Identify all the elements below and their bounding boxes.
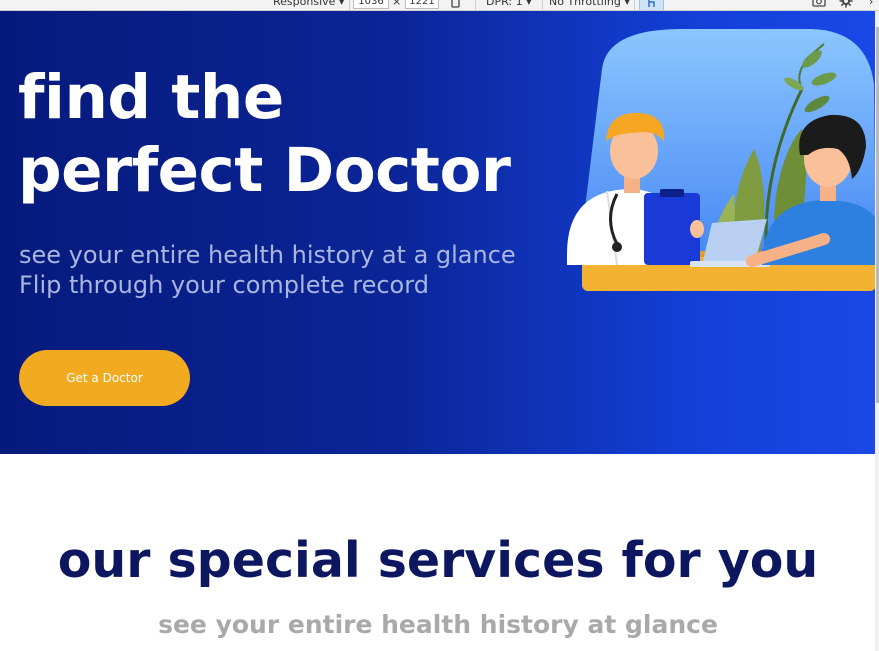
responsive-toolbar: Responsive ▾ 1036 × 1221 DPR: 1 ▾ No Thr… — [0, 0, 879, 11]
touch-simulation-icon — [648, 0, 655, 7]
throttle-select[interactable]: No Throttling ▾ — [549, 0, 630, 10]
dpr-select-label: DPR: 1 — [486, 0, 523, 8]
get-doctor-button[interactable]: Get a Doctor — [19, 350, 190, 406]
screenshot-icon[interactable] — [812, 0, 826, 8]
dpr-select[interactable]: DPR: 1 ▾ — [486, 0, 532, 10]
throttle-select-label: No Throttling — [549, 0, 621, 8]
toolbar-separator — [542, 0, 543, 10]
hero-section: find the perfect Doctor see your entire … — [0, 11, 876, 454]
doctor-patient-illustration — [567, 29, 876, 291]
page-scrollbar[interactable] — [875, 11, 879, 651]
close-icon[interactable]: › — [869, 0, 873, 10]
hero-title: find the perfect Doctor — [18, 61, 511, 207]
services-subtitle: see your entire health history at glance — [158, 610, 718, 639]
times-sign: × — [392, 0, 402, 8]
toolbar-separator — [634, 0, 635, 10]
rotate-device-icon[interactable] — [449, 0, 463, 8]
hero-title-line2: perfect Doctor — [18, 135, 511, 206]
services-title: our special services for you — [57, 532, 819, 589]
viewport-height-input[interactable]: 1221 — [405, 0, 439, 9]
touch-simulation-button[interactable] — [639, 0, 664, 10]
toolbar-separator — [475, 0, 476, 10]
hero-title-line1: find the — [18, 62, 284, 133]
toolbar-separator — [349, 0, 350, 10]
device-select[interactable]: Responsive ▾ — [273, 0, 344, 10]
hero-subtitle: see your entire health history at a glan… — [19, 241, 516, 299]
device-select-label: Responsive — [273, 0, 336, 8]
settings-gear-icon[interactable] — [839, 0, 853, 8]
viewport-width-input[interactable]: 1036 — [353, 0, 389, 9]
